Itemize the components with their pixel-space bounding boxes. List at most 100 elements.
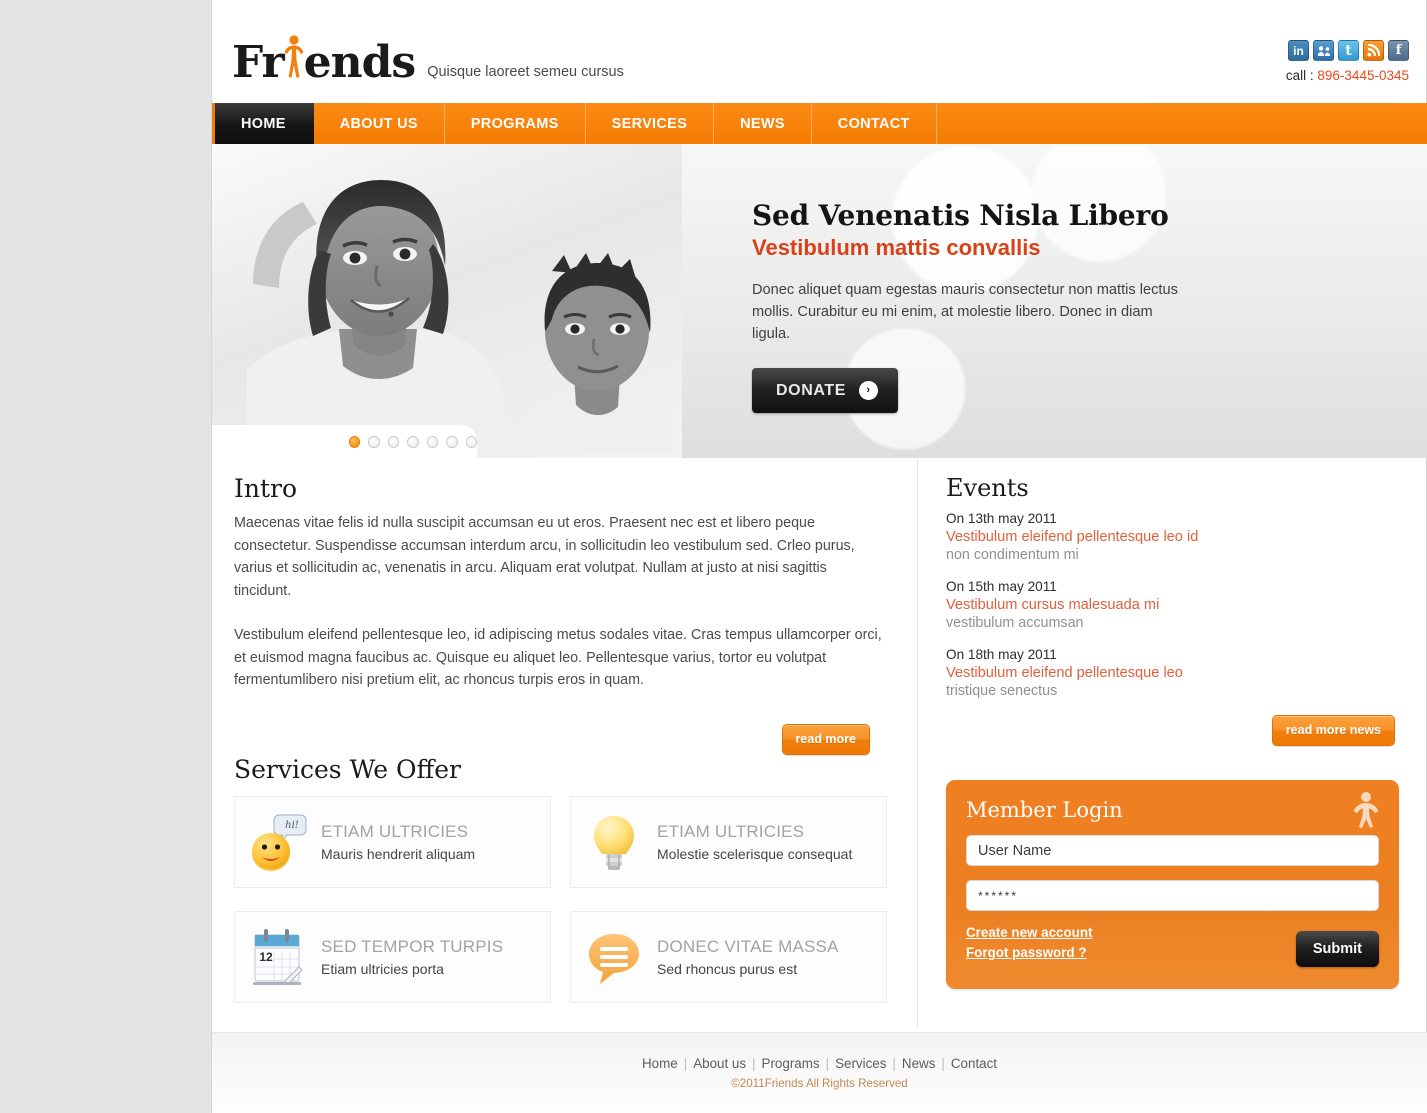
slider-dot-2[interactable]: [368, 435, 380, 448]
slider-dot-1[interactable]: [349, 435, 361, 448]
service-card-4[interactable]: DONEC VITAE MASSA Sed rhoncus purus est: [570, 910, 887, 1003]
footer-link-contact[interactable]: Contact: [951, 1056, 997, 1071]
call-label: call :: [1285, 68, 1318, 83]
footer-link-services[interactable]: Services: [835, 1056, 886, 1071]
intro-readmore-row: read more: [234, 723, 887, 755]
event-1-date: On 13th may 2011: [946, 511, 1057, 526]
submit-button[interactable]: Submit: [1295, 931, 1379, 967]
phone-line: call : 896-3445-0345: [1286, 68, 1409, 83]
service-card-3[interactable]: 12 SED TEMPOR TURPIS Etiam ultricies por…: [234, 910, 551, 1003]
slider-dot-5[interactable]: [426, 435, 439, 448]
footer-separator: |: [941, 1056, 945, 1071]
nav-label: PROGRAMS: [470, 115, 559, 132]
site-header: Fr ends Quisque laoreet semeu cursus in …: [212, 0, 1427, 103]
copyright-text: ©2011Friends All Rights Reserved: [731, 1077, 908, 1090]
intro-paragraph-2: Vestibulum eleifend pellentesque leo, id…: [234, 627, 882, 688]
donate-button[interactable]: DONATE ›: [752, 368, 898, 413]
service-card-4-title: DONEC VITAE MASSA: [657, 936, 839, 956]
hero-text-block: Sed Venenatis Nisla Libero Vestibulum ma…: [752, 199, 1192, 413]
hero-body: Donec aliquet quam egestas mauris consec…: [752, 282, 1178, 342]
nav-label: HOME: [241, 115, 286, 132]
event-3-title[interactable]: Vestibulum eleifend pellentesque leo: [946, 664, 1399, 683]
login-links: Create new account Forgot password ?: [966, 925, 1093, 960]
footer-separator: |: [683, 1056, 688, 1071]
person-raised-arms-icon: [283, 31, 305, 78]
main-navigation: HOME ABOUT US PROGRAMS SERVICES NEWS CON…: [212, 103, 1427, 144]
footer-separator: |: [752, 1056, 756, 1071]
login-bottom-row: Create new account Forgot password ? Sub…: [966, 925, 1379, 967]
footer-links: Home | About us | Programs | Services | News | Con…: [642, 1056, 997, 1071]
slider-dot-7[interactable]: [465, 435, 477, 448]
event-1-sub: non condimentum mi: [946, 547, 1079, 563]
service-card-1[interactable]: hi! ETIAM ULTRICIES Mauris hendrerit ali…: [234, 795, 551, 888]
event-1-title[interactable]: Vestibulum eleifend pellentesque leo id: [946, 528, 1399, 547]
calendar-icon: 12: [249, 926, 307, 988]
nav-item-about-us[interactable]: ABOUT US: [314, 103, 445, 144]
phone-number[interactable]: 896-3445-0345: [1317, 68, 1409, 83]
footer-separator: |: [825, 1056, 830, 1071]
slider-dot-4[interactable]: [407, 435, 419, 448]
nav-label: SERVICES: [611, 115, 688, 132]
nav-item-contact[interactable]: CONTACT: [812, 103, 937, 144]
hero-photo: [212, 144, 682, 458]
header-right: in t f call : 896-3445-0345: [1286, 40, 1409, 83]
slider-dot-3[interactable]: [387, 435, 400, 448]
username-input[interactable]: [966, 835, 1379, 866]
event-item-1: On 13th may 2011 Vestibulum eleifend pel…: [946, 511, 1399, 563]
forgot-password-link[interactable]: Forgot password ?: [966, 945, 1093, 960]
footer-link-about-us[interactable]: About us: [693, 1056, 746, 1071]
service-card-1-title: ETIAM ULTRICIES: [321, 821, 469, 841]
nav-item-news[interactable]: NEWS: [714, 103, 812, 144]
footer-link-news[interactable]: News: [902, 1056, 935, 1071]
logo-wordmark: Fr ends: [232, 31, 417, 88]
logo-text-part2: ends: [303, 37, 417, 88]
lightbulb-icon: [585, 811, 643, 873]
nav-item-services[interactable]: SERVICES: [586, 103, 715, 144]
nav-item-home[interactable]: HOME: [212, 103, 314, 144]
twitter-glyph: t: [1345, 42, 1352, 59]
footer-link-programs[interactable]: Programs: [762, 1056, 820, 1071]
slider-pagination: [212, 425, 477, 458]
hero-subheading: Vestibulum mattis convallis: [752, 235, 1041, 260]
chevron-right-icon: ›: [858, 381, 878, 400]
nav-item-programs[interactable]: PROGRAMS: [445, 103, 586, 144]
social-links: in t f: [1286, 40, 1409, 61]
services-heading: Services We Offer: [234, 754, 461, 784]
event-item-3: On 18th may 2011 Vestibulum eleifend pel…: [946, 647, 1399, 699]
member-login-box: Member Login Create new account Forgot p…: [946, 780, 1399, 989]
nav-filler: [937, 103, 1427, 144]
service-card-4-desc: Sed rhoncus purus est: [657, 960, 798, 977]
service-card-2[interactable]: ETIAM ULTRICIES Molestie scelerisque con…: [570, 795, 887, 888]
service-card-3-title: SED TEMPOR TURPIS: [321, 936, 504, 956]
rss-icon[interactable]: [1363, 40, 1384, 61]
site-tagline: Quisque laoreet semeu cursus: [427, 64, 624, 80]
intro-heading: Intro: [234, 474, 298, 503]
footer-link-home[interactable]: Home: [642, 1056, 678, 1071]
site-footer: Home | About us | Programs | Services | News | Con…: [212, 1032, 1427, 1113]
read-more-button[interactable]: read more: [781, 723, 870, 755]
site-shell: Fr ends Quisque laoreet semeu cursus in …: [211, 0, 1427, 1113]
linkedin-glyph: in: [1293, 43, 1304, 58]
slider-dot-6[interactable]: [446, 435, 458, 448]
member-login-title: Member Login: [966, 798, 1123, 822]
svg-text:hi!: hi!: [285, 820, 299, 831]
footer-separator: |: [892, 1056, 896, 1071]
service-card-2-title: ETIAM ULTRICIES: [657, 821, 805, 841]
nav-label: CONTACT: [837, 115, 910, 132]
facebook-glyph: f: [1395, 43, 1402, 58]
read-more-news-button[interactable]: read more news: [1271, 715, 1395, 746]
person-raised-arms-icon: [1351, 790, 1381, 828]
twitter-icon[interactable]: t: [1338, 40, 1359, 61]
site-logo[interactable]: Fr ends Quisque laoreet semeu cursus: [232, 31, 624, 85]
facebook-icon[interactable]: f: [1388, 40, 1409, 61]
password-input[interactable]: [966, 880, 1379, 911]
page-root: Fr ends Quisque laoreet semeu cursus in …: [0, 0, 1427, 1113]
hero-slider: Sed Venenatis Nisla Libero Vestibulum ma…: [212, 144, 1427, 458]
myspace-icon[interactable]: [1313, 40, 1334, 61]
create-account-link[interactable]: Create new account: [966, 925, 1093, 940]
hero-photo-boy: [520, 253, 672, 454]
speech-bubble-icon: [585, 926, 643, 988]
linkedin-icon[interactable]: in: [1288, 40, 1309, 61]
event-2-title[interactable]: Vestibulum cursus malesuada mi: [946, 596, 1399, 615]
nav-label: NEWS: [740, 115, 785, 132]
